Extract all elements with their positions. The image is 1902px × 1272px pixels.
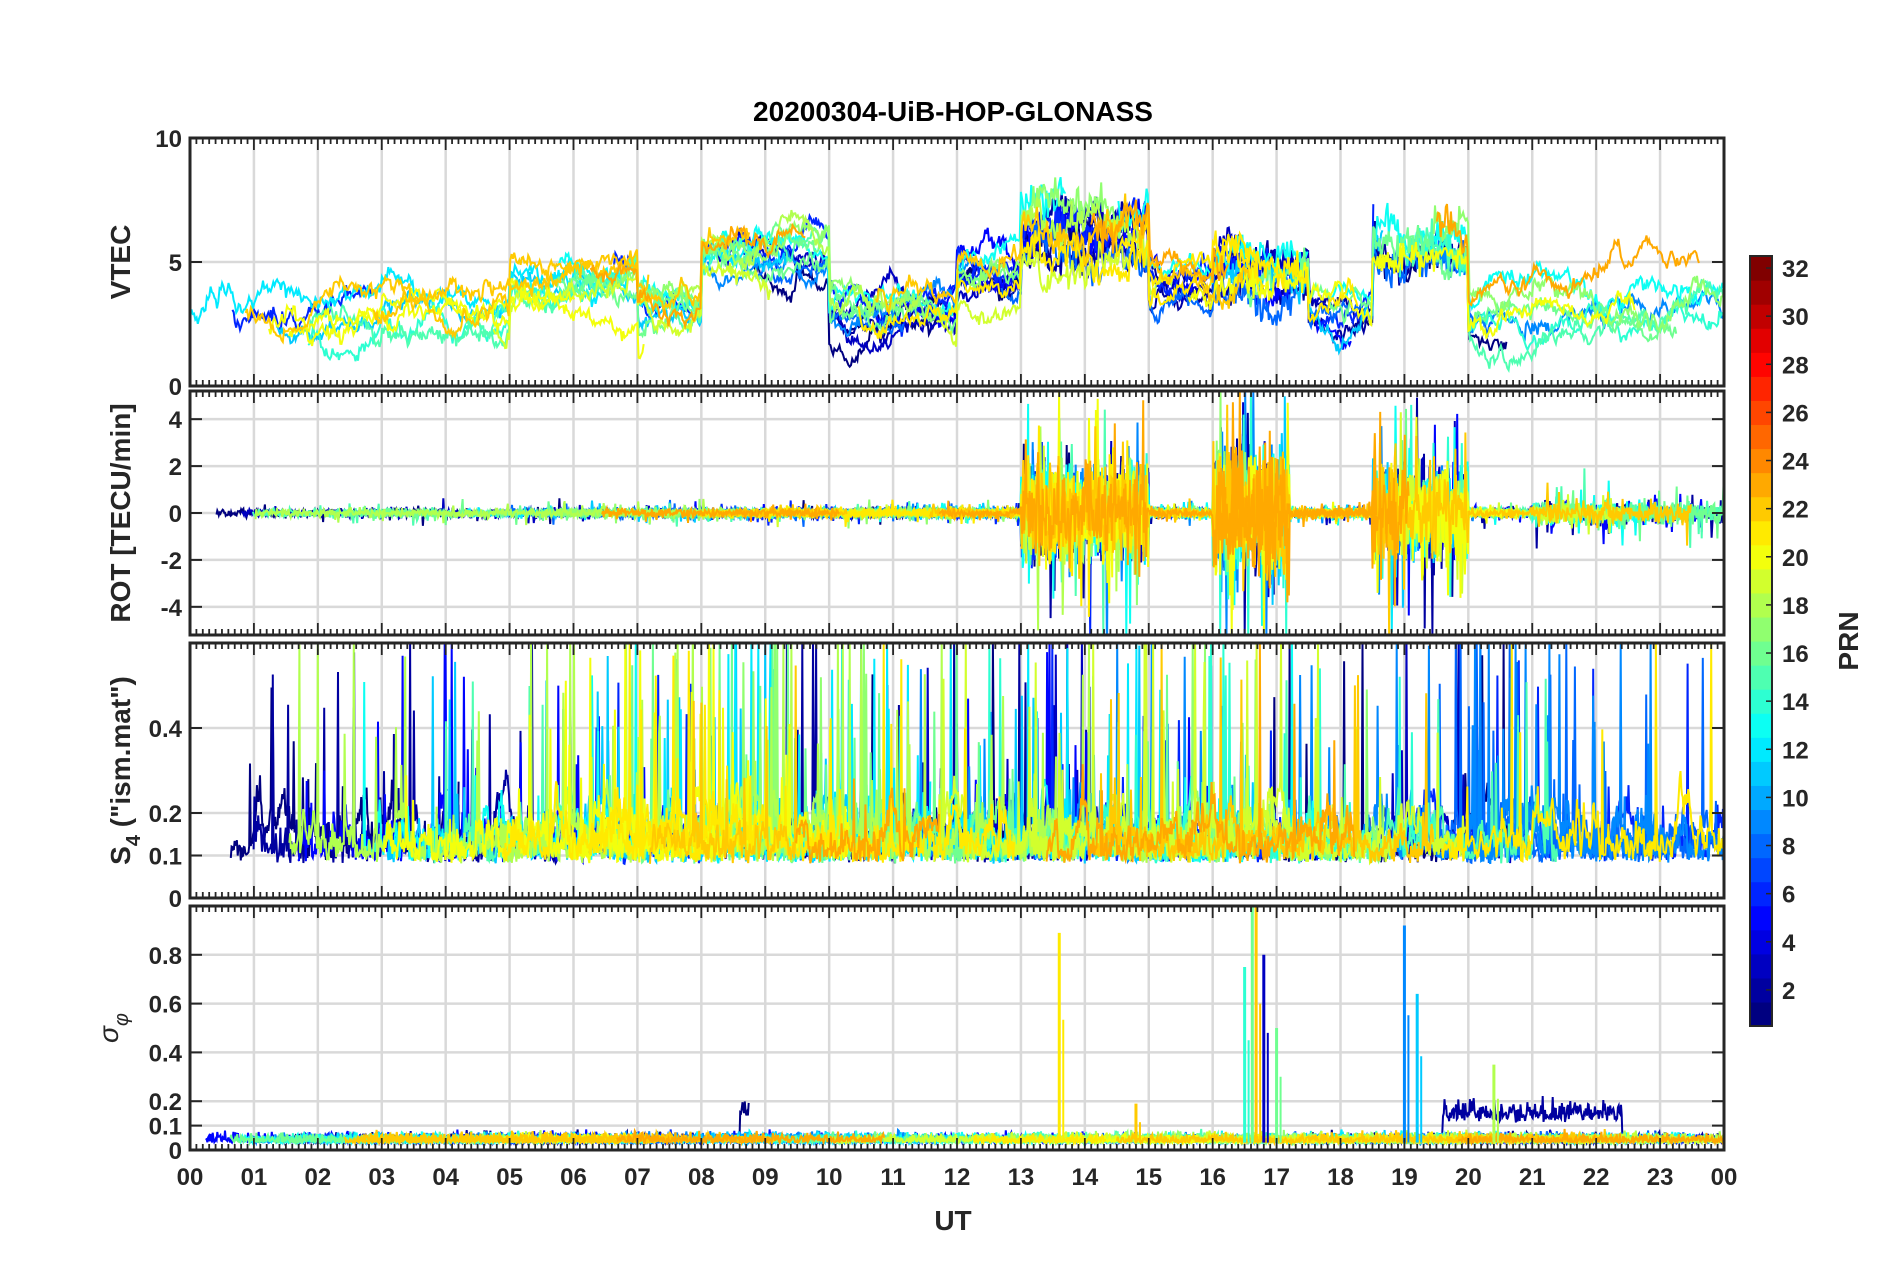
x-tick-label: 12 <box>944 1164 971 1191</box>
colorbar-tick-label: 28 <box>1782 352 1809 379</box>
y-tick-label: 10 <box>155 126 182 153</box>
colorbar-tick-label: 8 <box>1782 834 1795 861</box>
colorbar-tick-label: 22 <box>1782 497 1809 524</box>
colorbar-tick-label: 10 <box>1782 785 1809 812</box>
y-tick-label: 0.1 <box>149 1114 182 1141</box>
colorbar-tick-label: 16 <box>1782 641 1809 668</box>
y-axis-label-s4: S4 ("ism.mat") <box>105 676 145 865</box>
y-tick-label: 0.6 <box>149 992 182 1019</box>
colorbar-swatch <box>1750 328 1772 353</box>
x-tick-label: 05 <box>496 1164 523 1191</box>
x-tick-label: 00 <box>1711 1164 1738 1191</box>
x-axis-label: UT <box>934 1205 971 1236</box>
chart-title: 20200304-UiB-HOP-GLONASS <box>753 96 1153 127</box>
colorbar-swatch <box>1750 376 1772 401</box>
y-axis-label-sigma_phi: σφ <box>93 1013 133 1043</box>
y-tick-label: 5 <box>169 250 182 277</box>
y-tick-label: 0.1 <box>149 844 182 871</box>
y-tick-label: 0.8 <box>149 943 182 970</box>
colorbar-tick-label: 32 <box>1782 256 1809 283</box>
x-tick-label: 08 <box>688 1164 715 1191</box>
colorbar-swatch <box>1750 761 1772 786</box>
x-tick-label: 03 <box>368 1164 395 1191</box>
y-tick-label: -4 <box>161 595 183 622</box>
x-tick-label: 22 <box>1583 1164 1610 1191</box>
x-tick-label: 04 <box>432 1164 459 1191</box>
colorbar-tick-label: 12 <box>1782 737 1809 764</box>
colorbar-tick-label: 20 <box>1782 545 1809 572</box>
x-tick-label: 16 <box>1199 1164 1226 1191</box>
colorbar-tick-label: 18 <box>1782 593 1809 620</box>
colorbar-tick-label: 14 <box>1782 689 1809 716</box>
x-tick-label: 14 <box>1071 1164 1098 1191</box>
x-tick-label: 01 <box>241 1164 268 1191</box>
colorbar-swatch <box>1750 616 1772 642</box>
colorbar-swatch <box>1750 905 1772 931</box>
x-tick-label: 17 <box>1263 1164 1290 1191</box>
y-axis-label-vtec: VTEC <box>105 225 136 300</box>
colorbar-swatch <box>1750 1001 1772 1027</box>
x-tick-label: 00 <box>177 1164 204 1191</box>
x-tick-label: 18 <box>1327 1164 1354 1191</box>
panel-sigma_phi: 00.10.2 0.4 0.6 0.8 σφ <box>93 904 1726 1165</box>
colorbar-tick-label: 24 <box>1782 449 1809 476</box>
y-tick-label: 0 <box>169 1138 182 1165</box>
y-tick-label: -2 <box>161 548 182 575</box>
x-tick-label: 13 <box>1008 1164 1035 1191</box>
colorbar-tick-label: 26 <box>1782 400 1809 427</box>
x-tick-label: 20 <box>1455 1164 1482 1191</box>
x-tick-label: 02 <box>304 1164 331 1191</box>
colorbar-swatch <box>1750 472 1772 498</box>
colorbar-swatch <box>1750 857 1772 883</box>
x-tick-label: 21 <box>1519 1164 1546 1191</box>
colorbar-tick-label: 4 <box>1782 930 1796 957</box>
y-tick-label: 0.4 <box>149 1040 183 1067</box>
x-axis: 00 01 02 03 04 05 06 07 08 09 10 11 12 13 14 15 16 17 18 19… <box>177 1164 1738 1191</box>
x-tick-label: 09 <box>752 1164 779 1191</box>
y-tick-label: 4 <box>169 407 183 434</box>
colorbar-label: PRN <box>1833 611 1864 670</box>
y-label-rest: ("ism.mat") <box>105 676 136 835</box>
x-tick-label: 11 <box>880 1164 905 1191</box>
colorbar-swatch <box>1750 953 1772 979</box>
y-tick-label: 0 <box>169 374 182 401</box>
y-label-sub: φ <box>111 1013 133 1026</box>
colorbar-tick-label: 30 <box>1782 304 1809 331</box>
y-tick-label: 0.2 <box>149 1089 182 1116</box>
y-tick-label: 0 <box>169 886 182 913</box>
panel-vtec: 0 5 10 VTEC <box>105 126 1726 401</box>
y-axis-label-rot: ROT [TECU/min] <box>105 403 136 622</box>
y-tick-label: 2 <box>169 454 182 481</box>
panel-rot: -4 -2 0 2 4 ROT [TECU/min] <box>105 389 1726 637</box>
colorbar-tick-label: 6 <box>1782 882 1795 909</box>
x-tick-label: 15 <box>1135 1164 1162 1191</box>
colorbar-swatch <box>1750 280 1772 305</box>
colorbar-swatch <box>1750 665 1772 690</box>
y-label-main: S <box>105 846 136 865</box>
x-tick-label: 19 <box>1391 1164 1418 1191</box>
colorbar-swatch <box>1750 424 1772 450</box>
y-label-main: σ <box>93 1025 124 1043</box>
y-tick-label: 0.2 <box>149 801 182 828</box>
colorbar-swatch <box>1750 568 1772 594</box>
colorbar-swatch <box>1750 809 1772 835</box>
colorbar-swatch <box>1750 713 1772 738</box>
x-tick-label: 23 <box>1647 1164 1674 1191</box>
x-tick-label: 06 <box>560 1164 587 1191</box>
colorbar-tick-label: 2 <box>1782 978 1795 1005</box>
y-tick-label: 0.4 <box>149 716 183 743</box>
panel-s4: 0 0.1 0.2 0.4S4 ("ism.mat") <box>105 641 1726 913</box>
colorbar: 2468101214161820222426283032PRN <box>1749 255 1864 1027</box>
x-tick-label: 07 <box>624 1164 651 1191</box>
colorbar-swatch <box>1750 520 1772 546</box>
figure: 20200304-UiB-HOP-GLONASS 0510VTEC-4-2024… <box>93 96 1864 1236</box>
y-tick-label: 0 <box>169 501 182 528</box>
x-tick-label: 10 <box>816 1164 843 1191</box>
panels: 0510VTEC-4-2024ROT [TECU/min]00.10.20.4S… <box>93 126 1726 1165</box>
